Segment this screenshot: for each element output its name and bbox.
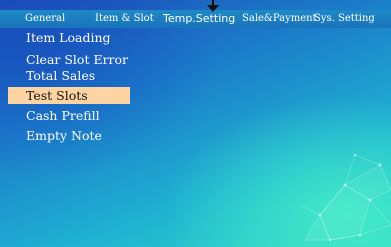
main-screen: General Item & Slot Temp.Setting Sale&Pa…	[0, 0, 391, 247]
tab-general[interactable]: General	[25, 10, 65, 28]
tab-sale-payment[interactable]: Sale&Payment	[242, 10, 317, 28]
menu-test-slots[interactable]: Test Slots	[8, 87, 130, 104]
menu-clear-slot-error[interactable]: Clear Slot Error	[8, 51, 130, 68]
menu-cash-prefill[interactable]: Cash Prefill	[8, 107, 130, 124]
tab-item-slot[interactable]: Item & Slot	[95, 10, 154, 28]
tab-temp-setting[interactable]: Temp.Setting	[163, 10, 235, 28]
network-pattern-decoration	[300, 153, 391, 242]
menu-total-sales[interactable]: Total Sales	[8, 67, 130, 84]
menu-empty-note[interactable]: Empty Note	[8, 127, 130, 144]
tab-sys-setting[interactable]: Sys. Setting	[314, 10, 375, 28]
menu-item-loading[interactable]: Item Loading	[8, 29, 130, 46]
